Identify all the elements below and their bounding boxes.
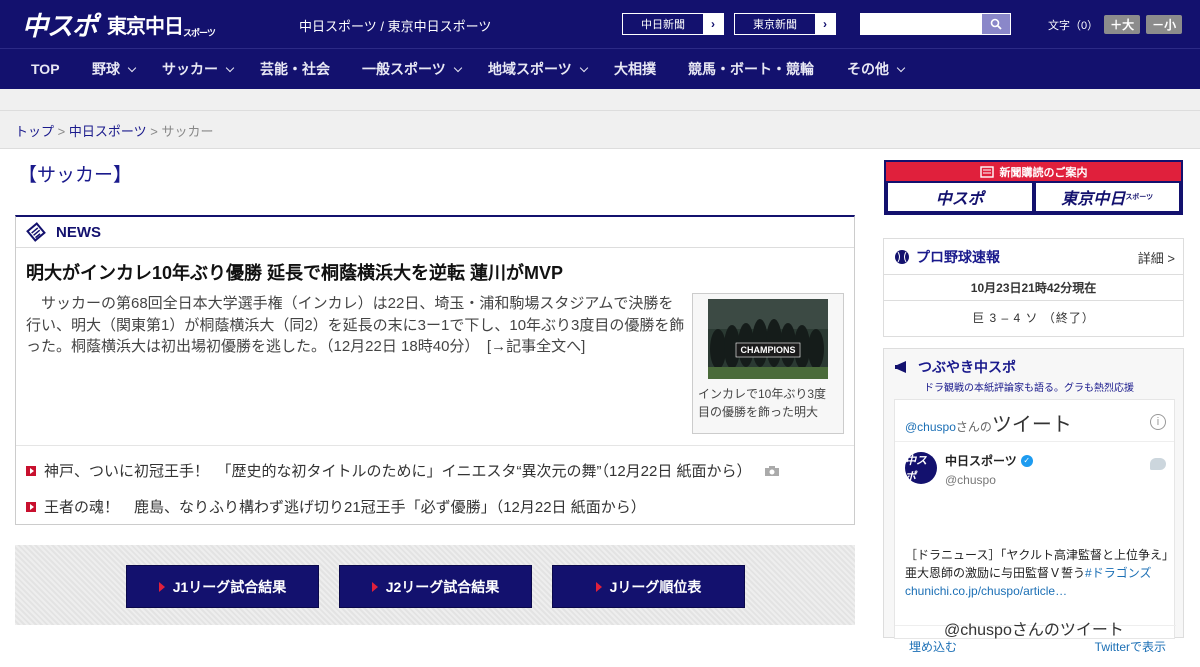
nav-item-baseball[interactable]: 野球 — [92, 49, 137, 89]
main-nav: TOP 野球 サッカー 芸能・社会 一般スポーツ 地域スポーツ 大相撲 競馬・ボ… — [0, 48, 1200, 89]
pro-baseball-widget: プロ野球速報 詳細 > 10月23日21時42分現在 巨 3 – 4 ソ （終了… — [883, 238, 1184, 337]
newspaper-icon — [26, 222, 46, 242]
breadcrumb-bar: トップ > 中日スポーツ > サッカー — [0, 111, 1200, 149]
font-size-label: 文字（0） — [1048, 19, 1099, 32]
bullet-arrow-icon — [26, 501, 36, 512]
chevron-down-icon — [453, 63, 462, 73]
font-smaller-button[interactable]: －小 — [1146, 15, 1183, 34]
page-title: 【サッカー】 — [18, 165, 133, 186]
news-lead: サッカーの第68回全日本大学選手権（インカレ）は22日、埼玉・浦和駒場スタジアム… — [26, 293, 686, 358]
newspaper-icon — [979, 165, 994, 178]
megaphone-icon — [895, 361, 906, 373]
news-lead-link[interactable]: サッカーの第68回全日本大学選手権（インカレ）は22日、埼玉・浦和駒場スタジアム… — [26, 295, 684, 355]
pro-baseball-score[interactable]: 巨 3 – 4 ソ （終了） — [884, 309, 1183, 326]
j1-results-button[interactable]: J1リーグ試合結果 — [126, 565, 319, 608]
nav-item-general-sports[interactable]: 一般スポーツ — [362, 49, 462, 89]
jleague-links: J1リーグ試合結果 J2リーグ試合結果 Jリーグ順位表 — [15, 545, 855, 625]
nav-item-racing[interactable]: 競馬・ボート・競輪 — [688, 49, 814, 89]
tweets-heading: ツイート — [991, 414, 1072, 436]
news-sub-item[interactable]: 神戸、ついに初冠王手！ 「歴史的な初タイトルのために」イニエスタ“異次元の舞”（… — [26, 460, 780, 481]
search-button[interactable] — [982, 14, 1010, 34]
search-box — [860, 13, 1011, 35]
logo-tokyo-chunichi: 東京中日スポーツ — [107, 13, 216, 39]
nav-item-sumo[interactable]: 大相撲 — [614, 49, 656, 89]
pro-baseball-details-link[interactable]: 詳細 > — [1138, 248, 1175, 267]
bullet-arrow-icon — [26, 465, 36, 476]
tweet-article-link[interactable]: chunichi.co.jp/chuspo/article… — [905, 584, 1067, 598]
tweets-widget-title: つぶやき中スポ — [918, 359, 1016, 375]
news-sub-item[interactable]: 王者の魂！ 鹿島、なりふり構わず逃げ切り21冠王手「必ず優勝」（12月22日 紙… — [26, 496, 646, 517]
nav-item-other[interactable]: その他 — [847, 49, 906, 89]
nav-item-local-sports[interactable]: 地域スポーツ — [488, 49, 588, 89]
tweet-hashtag-link[interactable]: #ドラゴンズ — [1085, 566, 1151, 580]
news-divider — [16, 445, 854, 446]
twitter-embed: @chuspo さんの ツイート i 中スポ 中日スポーツ ✓ @chuspo ［… — [894, 399, 1176, 654]
breadcrumb-chunichi-sports[interactable]: 中日スポーツ — [69, 124, 147, 139]
tokyo-shimbun-link[interactable]: 東京新聞 › — [734, 13, 836, 35]
nav-item-entertainment[interactable]: 芸能・社会 — [260, 49, 330, 89]
champions-banner-text: CHAMPIONS — [740, 345, 796, 355]
chevron-down-icon — [579, 63, 588, 73]
chunichi-shimbun-link[interactable]: 中日新聞 › — [622, 13, 724, 35]
breadcrumb: トップ > 中日スポーツ > サッカー — [15, 124, 214, 139]
subscribe-tokyo-chunichi-logo: 東京中日 スポーツ — [1035, 183, 1179, 211]
subscription-banner[interactable]: 新聞購読のご案内 中スポ 東京中日 スポーツ — [884, 160, 1183, 215]
news-section: NEWS 明大がインカレ10年ぶり優勝 延長で桐蔭横浜大を逆転 蓮川がMVP サ… — [15, 215, 855, 525]
chevron-down-icon — [225, 63, 235, 73]
tweet-author-handle: @chuspo — [945, 473, 996, 487]
tweet-author[interactable]: 中スポ 中日スポーツ ✓ @chuspo — [905, 452, 1033, 487]
news-photo[interactable]: CHAMPIONS インカレで10年ぶり3度目の優勝を飾った明大 — [692, 293, 844, 434]
font-size-control: 文字（0） ＋大 －小 — [1048, 15, 1183, 34]
chevron-down-icon — [127, 63, 137, 73]
tweets-widget: つぶやき中スポ ドラ観戦の本紙評論家も語る。グラも熱烈応援 @chuspo さん… — [883, 348, 1184, 654]
news-heading: NEWS — [56, 223, 101, 241]
news-photo-caption: インカレで10年ぶり3度目の優勝を飾った明大 — [698, 387, 827, 419]
search-input[interactable] — [861, 14, 982, 34]
subscribe-chuspo-logo: 中スポ — [888, 183, 1032, 211]
tweet-author-name: 中日スポーツ — [945, 454, 1017, 468]
triangle-right-icon — [371, 581, 378, 592]
nav-subband — [0, 89, 1200, 111]
chevron-right-icon: › — [815, 14, 835, 34]
triangle-right-icon — [595, 581, 602, 592]
breadcrumb-top[interactable]: トップ — [15, 124, 54, 139]
breadcrumb-current: サッカー — [161, 124, 214, 139]
chevron-down-icon — [896, 63, 906, 73]
view-on-twitter-link[interactable]: Twitterで表示 — [1095, 638, 1166, 667]
tweet-body: ［ドラニュース］「ヤクルト高津監督と上位争え」亜大恩師の激励に与田監督Ｖ誓う#ド… — [905, 548, 1175, 598]
news-header: NEWS — [16, 217, 854, 248]
news-photo-image: CHAMPIONS — [708, 299, 828, 379]
tweets-widget-subtitle: ドラ観戦の本紙評論家も語る。グラも熱烈応援 — [924, 383, 1134, 394]
verified-badge-icon: ✓ — [1020, 454, 1033, 467]
info-icon[interactable]: i — [1150, 414, 1166, 430]
site-logo[interactable]: 中スポ 東京中日スポーツ — [22, 8, 216, 42]
nav-item-soccer[interactable]: サッカー — [162, 49, 235, 89]
site-title[interactable]: 中日スポーツ / 東京中日スポーツ — [299, 16, 491, 35]
j2-results-button[interactable]: J2リーグ試合結果 — [339, 565, 532, 608]
jleague-standings-button[interactable]: Jリーグ順位表 — [552, 565, 745, 608]
news-headline[interactable]: 明大がインカレ10年ぶり優勝 延長で桐蔭横浜大を逆転 蓮川がMVP — [26, 259, 563, 285]
twitter-bird-icon[interactable] — [1150, 458, 1166, 470]
subscription-title-bar: 新聞購読のご案内 — [886, 162, 1181, 181]
pro-baseball-title: プロ野球速報 — [916, 248, 1000, 265]
pro-baseball-timestamp: 10月23日21時42分現在 — [884, 279, 1183, 301]
logo-chuspo: 中スポ — [22, 11, 98, 42]
twitter-handle-link[interactable]: @chuspo — [905, 420, 956, 434]
font-bigger-button[interactable]: ＋大 — [1104, 15, 1141, 34]
tweets-footer-heading: @chuspoさんのツイート — [944, 622, 1124, 639]
pro-baseball-header: プロ野球速報 詳細 > — [884, 239, 1183, 275]
search-icon — [990, 18, 1002, 30]
chevron-right-icon: › — [703, 14, 723, 34]
top-header: 中スポ 東京中日スポーツ 中日スポーツ / 東京中日スポーツ 中日新聞 › 東京… — [0, 0, 1200, 48]
nav-item-top[interactable]: TOP — [31, 49, 60, 89]
camera-icon — [764, 465, 779, 476]
avatar: 中スポ — [905, 452, 937, 484]
embed-link[interactable]: 埋め込む — [909, 638, 957, 667]
triangle-right-icon — [158, 581, 165, 592]
baseball-icon — [895, 249, 909, 264]
